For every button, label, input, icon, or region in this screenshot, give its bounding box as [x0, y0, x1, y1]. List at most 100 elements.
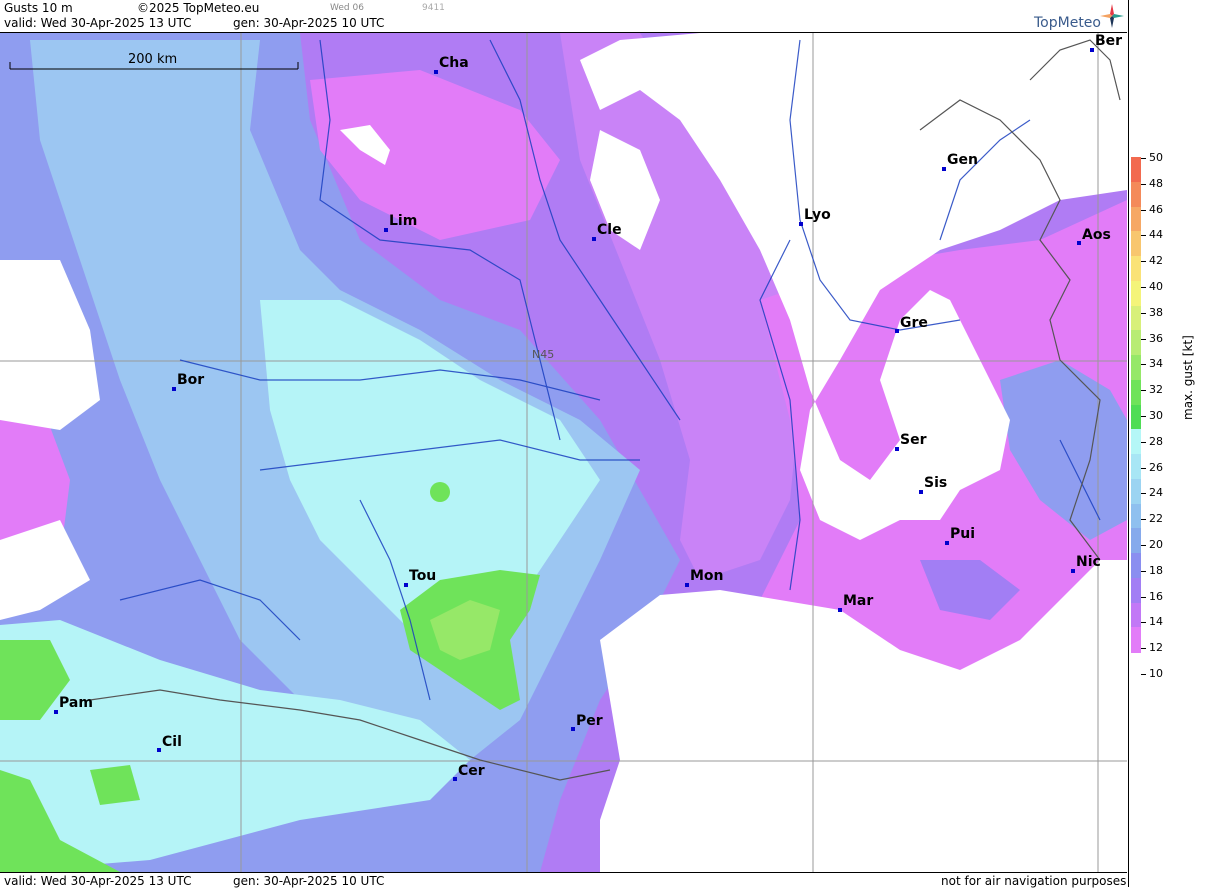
legend-swatch — [1131, 553, 1141, 579]
legend-tick-mark — [1141, 235, 1146, 237]
legend-swatch — [1131, 503, 1141, 529]
legend-swatch — [1131, 305, 1141, 331]
legend-tick-label: 30 — [1149, 409, 1163, 422]
legend-swatch — [1131, 577, 1141, 603]
gust-map[interactable]: 200 km N45 Cha Ber Gen Lim Cle Lyo Aos G… — [0, 33, 1127, 872]
city-label: Lyo — [804, 207, 831, 223]
city-label: Bor — [177, 372, 205, 388]
city-marker — [1077, 241, 1081, 245]
city-marker — [919, 490, 923, 494]
legend-tick-label: 22 — [1149, 512, 1163, 526]
city-label: Cha — [439, 55, 469, 71]
city-label: Pui — [950, 526, 976, 542]
city-label: Cle — [597, 222, 622, 238]
legend-tick-mark — [1141, 467, 1146, 469]
city-marker — [434, 70, 438, 74]
legend-swatch — [1131, 157, 1141, 183]
legend-tick-mark — [1141, 441, 1146, 443]
footer-gen-time: gen: 30-Apr-2025 10 UTC — [233, 874, 385, 888]
legend-tick-mark — [1141, 390, 1146, 392]
legend-swatch — [1131, 379, 1141, 405]
city-label: Nic — [1076, 554, 1101, 570]
footer-valid-time: valid: Wed 30-Apr-2025 13 UTC — [4, 874, 192, 888]
legend-swatch — [1131, 627, 1141, 653]
city-marker — [945, 541, 949, 545]
city-marker — [571, 727, 575, 731]
city-label: Sis — [924, 475, 948, 491]
legend-swatch — [1131, 256, 1141, 282]
legend-tick-label: 16 — [1149, 589, 1163, 603]
legend-tick-label: 26 — [1149, 460, 1163, 474]
product-title: Gusts 10 m — [4, 1, 73, 15]
legend-tick-mark — [1141, 183, 1146, 185]
legend-swatch — [1131, 330, 1141, 356]
legend-tick-label: 48 — [1149, 176, 1163, 190]
valid-time: valid: Wed 30-Apr-2025 13 UTC — [4, 16, 192, 30]
city-label: Ber — [1095, 33, 1123, 49]
city-marker — [1071, 569, 1075, 573]
scale-label: 200 km — [128, 52, 178, 67]
legend-tick-mark — [1141, 622, 1146, 624]
legend-swatch — [1131, 355, 1141, 381]
legend-swatch — [1131, 206, 1141, 232]
legend-swatch — [1131, 181, 1141, 207]
legend-tick-mark — [1141, 493, 1146, 495]
city-marker — [384, 228, 388, 232]
latitude-label: N45 — [532, 348, 555, 361]
legend-tick-label: 50 — [1149, 151, 1163, 164]
city-label: Pam — [59, 695, 93, 711]
legend-swatch — [1131, 602, 1141, 628]
topmeteo-logo: TopMeteo — [1034, 15, 1101, 31]
legend-color-bar — [1131, 157, 1141, 653]
city-marker — [838, 608, 842, 612]
legend-swatch — [1131, 528, 1141, 554]
legend-tick-label: 28 — [1149, 434, 1163, 448]
city-marker — [1090, 48, 1094, 52]
city-marker — [685, 583, 689, 587]
compass-logo-icon — [1100, 4, 1124, 28]
legend-tick-label: 14 — [1149, 615, 1163, 629]
legend-tick-mark — [1141, 338, 1146, 340]
legend-swatch — [1131, 454, 1141, 480]
city-label: Cil — [162, 734, 182, 750]
header-bar: Gusts 10 m ©2025 TopMeteo.eu Wed 06 9411… — [0, 0, 1127, 33]
legend-swatch — [1131, 404, 1141, 430]
legend-tick-mark — [1141, 312, 1146, 314]
footer-bar: valid: Wed 30-Apr-2025 13 UTC gen: 30-Ap… — [0, 872, 1127, 888]
city-marker — [942, 167, 946, 171]
city-label: Gre — [900, 315, 928, 331]
legend-tick-mark — [1141, 364, 1146, 366]
city-label: Mar — [843, 593, 874, 609]
city-marker — [895, 447, 899, 451]
city-label: Lim — [389, 213, 418, 229]
color-legend: 50 48 46 44 42 40 38 36 34 32 30 28 26 24 22 20 18 16 14 12… — [1128, 0, 1219, 887]
footer-disclaimer: not for air navigation purposes — [941, 874, 1127, 888]
legend-title: max. gust [kt] — [1181, 335, 1195, 420]
city-label: Aos — [1082, 227, 1111, 243]
code-tag: 9411 — [422, 3, 445, 13]
legend-tick-label: 32 — [1149, 383, 1163, 397]
legend-tick-label: 36 — [1149, 331, 1163, 345]
legend-tick-label: 44 — [1149, 228, 1163, 242]
day-tag: Wed 06 — [330, 3, 364, 13]
city-marker — [404, 583, 408, 587]
city-label: Mon — [690, 568, 724, 584]
city-label: Tou — [409, 568, 437, 584]
city-marker — [453, 777, 457, 781]
city-marker — [157, 748, 161, 752]
legend-tick-mark — [1141, 596, 1146, 598]
legend-tick-mark — [1141, 287, 1146, 288]
legend-swatch — [1131, 478, 1141, 504]
legend-tick-label: 12 — [1149, 641, 1163, 655]
legend-swatch — [1131, 280, 1141, 306]
city-label: Ser — [900, 432, 927, 448]
city-marker — [172, 387, 176, 391]
city-label: Cer — [458, 763, 485, 779]
copyright: ©2025 TopMeteo.eu — [137, 1, 260, 15]
legend-tick-label: 24 — [1149, 486, 1163, 500]
legend-tick-mark — [1141, 648, 1146, 650]
legend-tick-mark — [1141, 674, 1146, 675]
legend-tick-mark — [1141, 519, 1146, 521]
legend-tick-mark — [1141, 570, 1146, 572]
city-label: Per — [576, 713, 603, 729]
